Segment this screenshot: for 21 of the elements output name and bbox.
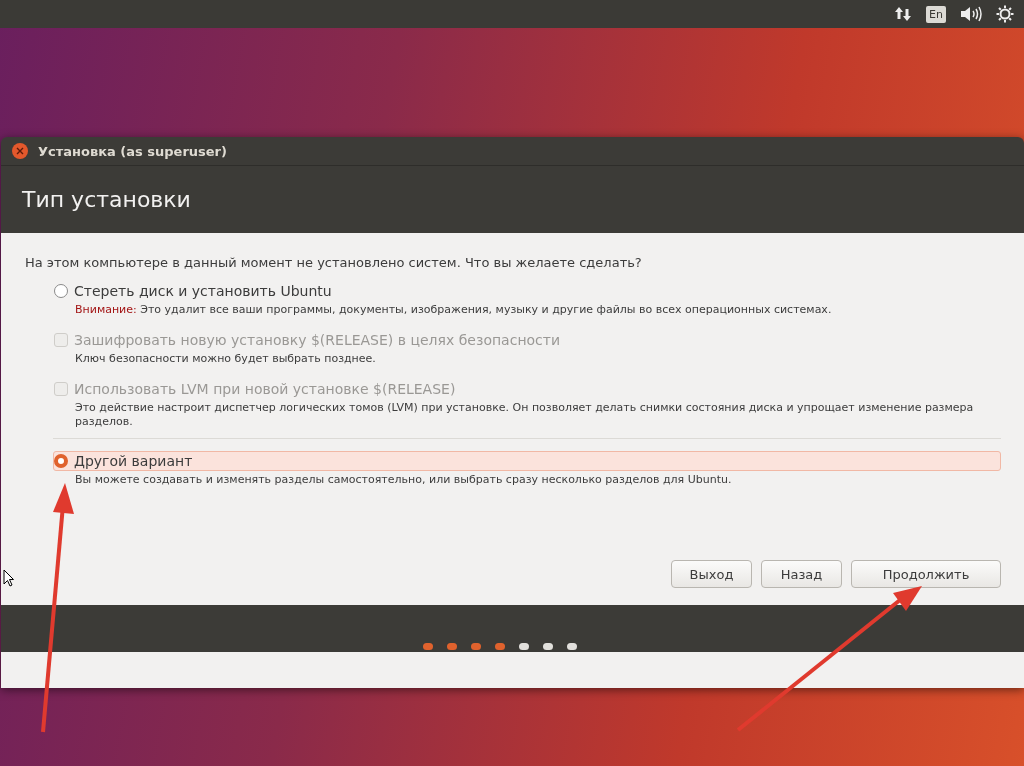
- speaker-icon[interactable]: [960, 5, 982, 23]
- option-label[interactable]: Другой вариант: [74, 453, 193, 469]
- keyboard-layout-indicator[interactable]: En: [926, 5, 946, 23]
- option-description: Вы можете создавать и изменять разделы самостоятельно, или выбрать сразу несколько разделов для Ubuntu.: [75, 473, 733, 487]
- option-description: Внимание: Это удалит все ваши программы, документы, изображения, музыку и другие файлы во всех операционных системах.: [75, 303, 833, 317]
- dialog-button[interactable]: Назад: [761, 560, 842, 588]
- question-text: На этом компьютере в данный момент не установлено систем. Что вы желаете сделать?: [25, 255, 643, 270]
- page-heading: Тип установки: [22, 187, 191, 212]
- radio-button[interactable]: [54, 284, 68, 298]
- option-description: Это действие настроит диспетчер логических томов (LVM) при установке. Он позволяет делать снимки состояния диска и упрощает изменение размера разделов.: [75, 401, 975, 429]
- close-icon: [16, 147, 24, 155]
- radio-button[interactable]: [54, 454, 68, 468]
- option-description: Ключ безопасности можно будет выбрать позднее.: [75, 352, 377, 366]
- dialog-button[interactable]: Выход: [671, 560, 752, 588]
- network-arrows-icon[interactable]: [894, 5, 913, 23]
- mouse-pointer-icon: [3, 569, 14, 587]
- option-label[interactable]: Стереть диск и установить Ubuntu: [74, 283, 332, 299]
- settings-icon[interactable]: [996, 5, 1014, 23]
- close-button[interactable]: [12, 143, 28, 159]
- dialog-button[interactable]: Продолжить: [851, 560, 1001, 588]
- window-title: Установка (as superuser): [38, 143, 227, 159]
